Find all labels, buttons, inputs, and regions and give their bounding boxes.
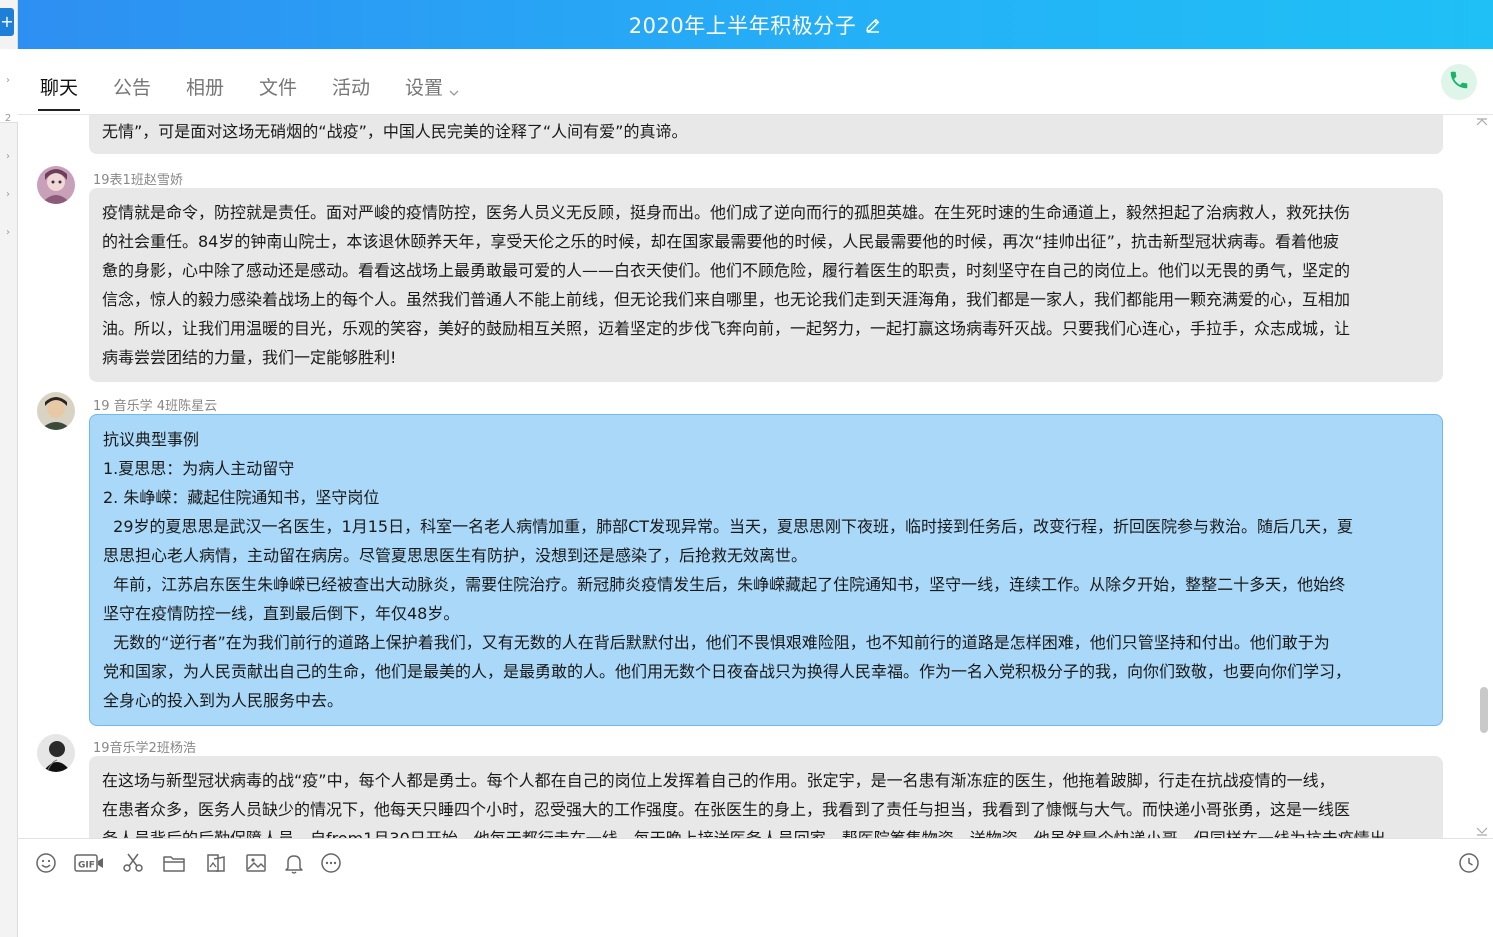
message-line: 无数的“逆行者”在为我们前行的道路上保护着我们，又有无数的人在背后默默付出，他们… (103, 633, 1330, 652)
gif-icon[interactable]: GIF (74, 851, 104, 875)
scroll-down-icon[interactable] (1475, 822, 1489, 836)
background-window-sliver: + › 2 › › › (0, 0, 18, 937)
message-bubble[interactable]: 在这场与新型冠状病毒的战“疫”中，每个人都是勇士。每个人都在自己的岗位上发挥着自… (89, 756, 1443, 838)
scrollbar-thumb[interactable] (1480, 687, 1488, 733)
sender-name: 19音乐学2班杨浩 (93, 741, 196, 756)
message-line: 1.夏思思：为病人主动留守 (103, 459, 295, 478)
tab-activities[interactable]: 活动 (332, 73, 370, 111)
message-line: 疫情就是命令，防控就是责任。面对严峻的疫情防控，医务人员义无反顾，挺身而出。他们… (102, 203, 1351, 222)
gif-icon-label: GIF (78, 861, 95, 871)
message-line: 全身心的投入到为人民服务中去。 (103, 691, 344, 710)
chevron-down-icon (449, 81, 459, 96)
scissors-icon[interactable] (121, 851, 145, 875)
tab-announcement[interactable]: 公告 (113, 73, 151, 111)
message-line: 党和国家，为人民贡献出自己的生命，他们是最美的人，是最勇敢的人。他们用无数个日夜… (103, 662, 1352, 681)
phone-icon (1448, 69, 1470, 95)
message-bubble-highlighted[interactable]: 抗议典型事例 1.夏思思：为病人主动留守 2. 朱峥嵘：藏起住院通知书，坚守岗位… (89, 414, 1443, 726)
message-bubble[interactable]: 疫情就是命令，防控就是责任。面对严峻的疫情防控，医务人员义无反顾，挺身而出。他们… (89, 188, 1443, 382)
title-bar: 2020年上半年积极分子 (18, 0, 1493, 49)
add-button[interactable]: + (0, 8, 14, 36)
avatar[interactable] (37, 734, 75, 772)
tab-settings[interactable]: 设置 (405, 73, 459, 111)
scroll-up-icon[interactable] (1475, 115, 1489, 129)
picture-frame-icon[interactable] (204, 851, 228, 875)
avatar[interactable] (37, 392, 75, 430)
message-line: 的社会重任。84岁的钟南山院士，本该退休颐养天年，享受天伦之乐的时候，却在国家最… (102, 232, 1339, 251)
edit-title-icon[interactable] (864, 16, 882, 34)
clock-icon[interactable] (1457, 851, 1481, 875)
group-title: 2020年上半年积极分子 (628, 13, 857, 38)
message-input-area[interactable]: GIF (18, 838, 1493, 937)
background-window-marks: › 2 › › › (4, 75, 12, 238)
group-tab-bar: 聊天 公告 相册 文件 活动 设置 (18, 49, 1493, 115)
sender-name: 19 音乐学 4班陈星云 (93, 399, 218, 414)
message-line: 惫的身影，心中除了感动还是感动。看看这战场上最勇敢最可爱的人——白衣天使们。他们… (102, 261, 1351, 280)
sender-name: 19表1班赵雪娇 (93, 173, 183, 188)
tab-album[interactable]: 相册 (186, 73, 224, 111)
chat-message-list[interactable]: 无情”，可是面对这场无硝烟的“战疫”，中国人民完美的诠释了“人间有爱”的真谛。 … (18, 115, 1493, 838)
message-line: 29岁的夏思思是武汉一名医生，1月15日，科室一名老人病情加重，肺部CT发现异常… (103, 517, 1354, 536)
emoji-icon[interactable] (34, 851, 58, 875)
tab-chat[interactable]: 聊天 (37, 73, 81, 111)
message-line: 思思担心老人病情，主动留在病房。尽管夏思思医生有防护，没想到还是感染了，后抢救无… (103, 546, 808, 565)
message-line: 油。所以，让我们用温暖的目光，乐观的笑容，美好的鼓励相互关照，迈着坚定的步伐飞奔… (102, 319, 1351, 338)
message-line: 务人员背后的后勤保障人员，自from1月30日开始，他每天都行走在一线，每天晚上… (102, 824, 1430, 838)
message-line: 无情”，可是面对这场无硝烟的“战疫”，中国人民完美的诠释了“人间有爱”的真谛。 (102, 122, 688, 141)
message-bubble[interactable]: 无情”，可是面对这场无硝烟的“战疫”，中国人民完美的诠释了“人间有爱”的真谛。 (89, 115, 1443, 154)
folder-icon[interactable] (162, 851, 186, 875)
message-line: 2. 朱峥嵘：藏起住院通知书，坚守岗位 (103, 488, 380, 507)
more-icon[interactable] (319, 851, 343, 875)
message-line: 信念，惊人的毅力感染着战场上的每个人。虽然我们普通人不能上前线，但无论我们来自哪… (102, 290, 1351, 309)
message-line: 抗议典型事例 (103, 430, 200, 449)
message-line: 病毒尝尝团结的力量，我们一定能够胜利! (102, 348, 397, 367)
voice-call-button[interactable] (1441, 64, 1477, 100)
message-line: 年前，江苏启东医生朱峥嵘已经被查出大动脉炎，需要住院治疗。新冠肺炎疫情发生后，朱… (103, 575, 1346, 594)
image-icon[interactable] (244, 851, 268, 875)
message-line: 在患者众多，医务人员缺少的情况下，他每天只睡四个小时，忍受强大的工作强度。在张医… (102, 800, 1351, 819)
bell-icon[interactable] (282, 851, 306, 875)
avatar[interactable] (37, 166, 75, 204)
message-line: 在这场与新型冠状病毒的战“疫”中，每个人都是勇士。每个人都在自己的岗位上发挥着自… (102, 771, 1335, 790)
message-line: 坚守在疫情防控一线，直到最后倒下，年仅48岁。 (103, 604, 460, 623)
tab-files[interactable]: 文件 (259, 73, 297, 111)
